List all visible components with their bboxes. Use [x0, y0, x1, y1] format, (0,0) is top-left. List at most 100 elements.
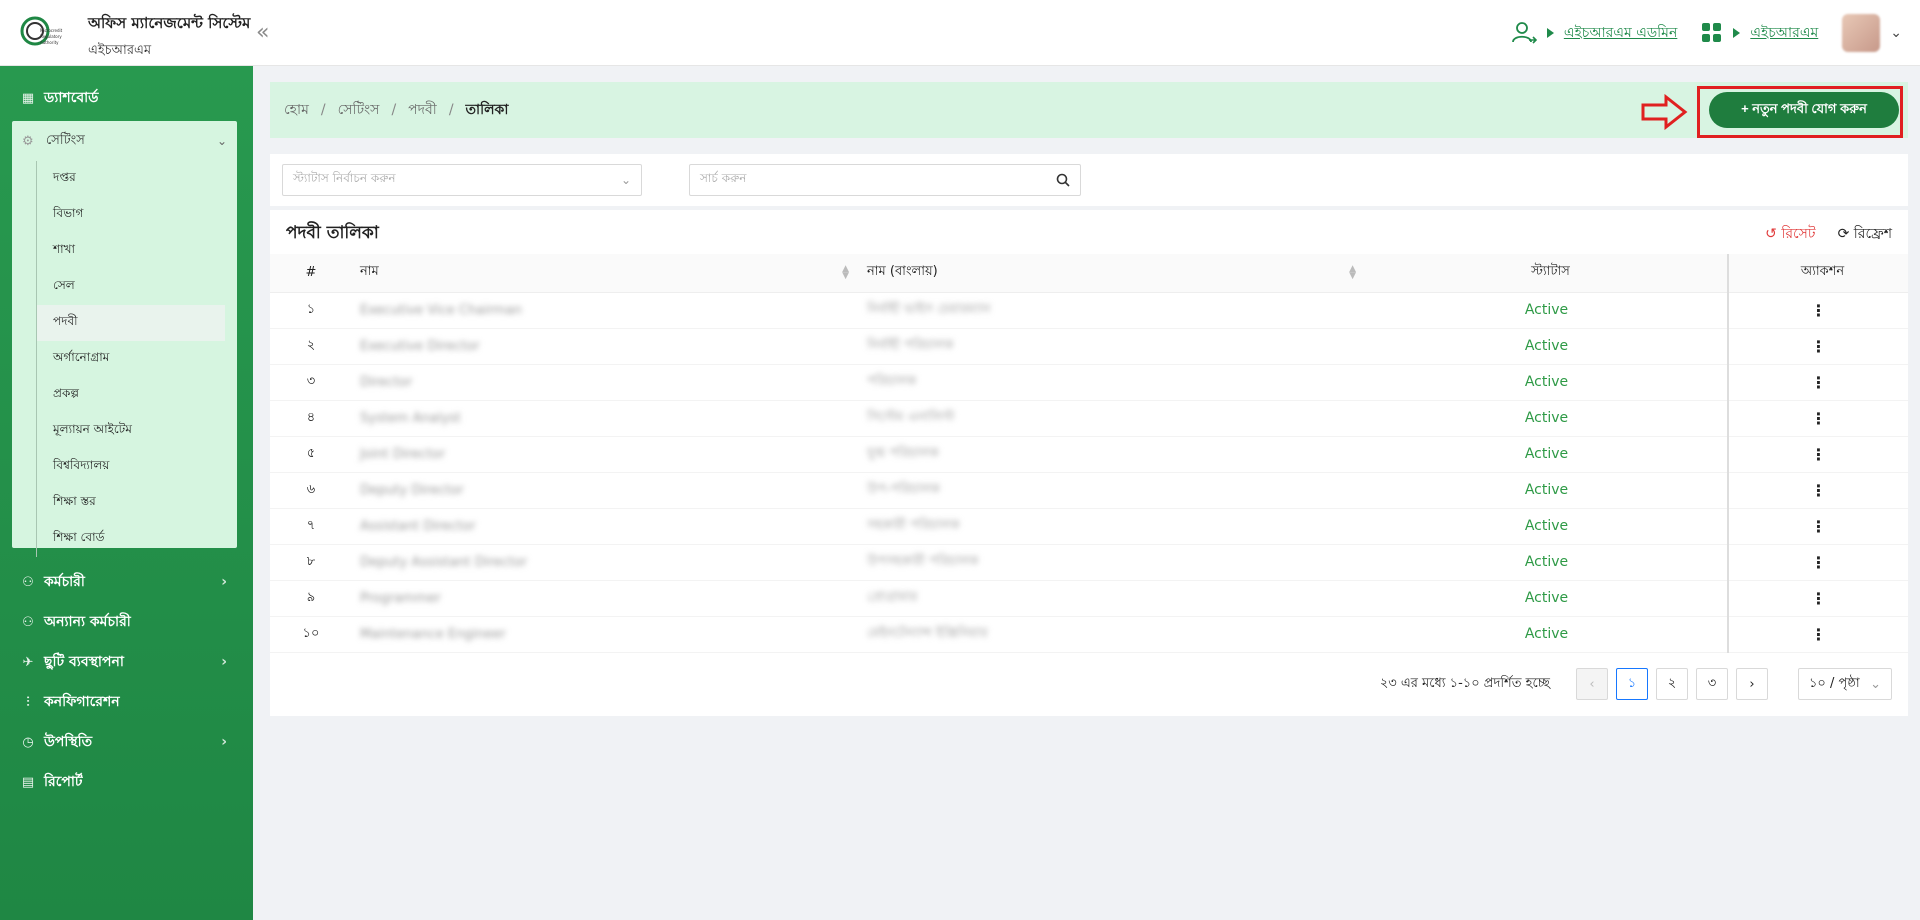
designation-table: # নাম ▲ ▼ নাম (বাংলায়) ▲ ▼ স্ট্যাটাস অ্যা…	[270, 254, 1908, 653]
row-number: ২	[270, 328, 352, 365]
column-header-name-label: নাম	[360, 264, 379, 280]
logo-icon: Microcredit Regulatory Authority	[20, 16, 63, 46]
sidebar-item-label: ছুটি ব্যবস্থাপনা	[44, 654, 124, 670]
row-name-bn: মেইনটেন্যান্স ইঞ্জিনিয়ার	[859, 616, 1366, 653]
column-header-num: #	[270, 254, 352, 293]
row-name: Director	[352, 364, 859, 401]
submenu-item-education-level[interactable]: শিক্ষা স্তর	[37, 485, 237, 521]
gear-icon: ⚙	[22, 133, 34, 149]
row-name: Deputy Assistant Director	[352, 544, 859, 581]
search-icon[interactable]	[1056, 173, 1070, 187]
sort-icon[interactable]: ▲ ▼	[1349, 265, 1356, 281]
submenu-item-branch[interactable]: শাখা	[37, 233, 237, 269]
caret-right-icon	[1733, 28, 1741, 38]
submenu-item-organogram[interactable]: অর্গানোগ্রাম	[37, 341, 237, 377]
grid-icon	[1702, 23, 1722, 42]
submenu-item-project[interactable]: প্রকল্প	[37, 377, 237, 413]
users-icon: ⚇	[22, 574, 34, 590]
more-vertical-icon[interactable]: ⋮	[1727, 436, 1908, 473]
submenu-item-evaluation[interactable]: মূল্যায়ন আইটেম	[37, 413, 237, 449]
row-number: ১০	[270, 616, 352, 653]
row-number: ৩	[270, 364, 352, 401]
more-vertical-icon[interactable]: ⋮	[1727, 364, 1908, 401]
prev-page-button[interactable]: ‹	[1576, 668, 1608, 700]
double-chevron-left-icon[interactable]: «	[256, 20, 269, 45]
sidebar-item-configuration[interactable]: ⫶ কনফিগারেশন	[0, 682, 253, 722]
file-icon: ▤	[21, 774, 35, 790]
sidebar-item-settings[interactable]: ⚙ সেটিংস ⌄	[12, 121, 237, 161]
chevron-down-icon: ⌄	[216, 134, 227, 148]
chevron-down-icon: ⌄	[620, 173, 631, 187]
submenu-item-office[interactable]: দপ্তর	[37, 161, 237, 197]
table-row: ৩ Director পরিচালক Active ⋮	[270, 364, 1908, 401]
column-header-name-bn[interactable]: নাম (বাংলায়) ▲ ▼	[859, 254, 1366, 293]
sort-icon[interactable]: ▲ ▼	[842, 265, 849, 281]
submenu-item-education-board[interactable]: শিক্ষা বোর্ড	[37, 521, 237, 557]
user-link[interactable]: এইচআরএম এডমিন	[1564, 21, 1677, 45]
settings-submenu: দপ্তর বিভাগ শাখা সেল পদবী অর্গানোগ্রাম প…	[36, 161, 237, 557]
sidebar-item-label: অন্যান্য কর্মচারী	[44, 614, 131, 630]
more-vertical-icon[interactable]: ⋮	[1727, 472, 1908, 509]
more-vertical-icon[interactable]: ⋮	[1727, 544, 1908, 581]
row-name-bn: পরিচালক	[859, 364, 1366, 401]
user-switch-icon	[1511, 22, 1537, 44]
breadcrumb-home[interactable]: হোম	[284, 98, 309, 122]
more-vertical-icon[interactable]: ⋮	[1727, 508, 1908, 545]
sidebar-item-leave[interactable]: ✈ ছুটি ব্যবস্থাপনা ›	[0, 642, 253, 682]
sidebar-item-dashboard[interactable]: ▦ ড্যাশবোর্ড	[0, 78, 253, 118]
page-button-3[interactable]: ৩	[1696, 668, 1728, 700]
submenu-item-division[interactable]: বিভাগ	[37, 197, 237, 233]
avatar[interactable]	[1842, 14, 1881, 52]
table-row: ২ Executive Director নির্বাহী পরিচালক Ac…	[270, 328, 1908, 365]
row-number: ৮	[270, 544, 352, 581]
more-vertical-icon[interactable]: ⋮	[1727, 292, 1908, 329]
search-input[interactable]: সার্চ করুন	[689, 164, 1081, 196]
column-header-name[interactable]: নাম ▲ ▼	[352, 254, 859, 293]
add-designation-button[interactable]: + নতুন পদবী যোগ করুন	[1709, 92, 1899, 128]
breadcrumb-separator: /	[448, 102, 454, 118]
sliders-icon: ⫶	[26, 694, 30, 710]
row-number: ৭	[270, 508, 352, 545]
breadcrumb-settings[interactable]: সেটিংস	[338, 98, 380, 122]
row-number: ৯	[270, 580, 352, 617]
column-header-status: স্ট্যাটাস	[1366, 254, 1728, 293]
page-button-1[interactable]: ১	[1616, 668, 1648, 700]
breadcrumb-separator: /	[320, 102, 326, 118]
next-page-button[interactable]: ›	[1736, 668, 1768, 700]
sidebar-item-employees[interactable]: ⚇ কর্মচারী ›	[0, 562, 253, 602]
more-vertical-icon[interactable]: ⋮	[1727, 580, 1908, 617]
submenu-item-cell[interactable]: সেল	[37, 269, 237, 305]
reset-button[interactable]: ↺ রিসেট	[1765, 222, 1815, 246]
more-vertical-icon[interactable]: ⋮	[1727, 328, 1908, 365]
chevron-down-icon: ⌄	[1870, 676, 1881, 692]
page-size-select[interactable]: ১০ / পৃষ্ঠা ⌄	[1798, 668, 1892, 700]
sidebar-item-label: ড্যাশবোর্ড	[44, 90, 99, 106]
page-button-2[interactable]: ২	[1656, 668, 1688, 700]
row-number: ৪	[270, 400, 352, 437]
more-vertical-icon[interactable]: ⋮	[1727, 400, 1908, 437]
status-badge: Active	[1366, 580, 1728, 617]
status-select[interactable]: স্ট্যাটাস নির্বাচন করুন ⌄	[282, 164, 642, 196]
table-row: ১ Executive Vice Chairman নির্বাহী ভাইস …	[270, 292, 1908, 329]
row-name-bn: প্রোগ্রামার	[859, 580, 1366, 617]
settings-menu: ⚙ সেটিংস ⌄ দপ্তর বিভাগ শাখা সেল পদবী অর্…	[12, 121, 237, 557]
column-header-action: অ্যাকশন	[1727, 254, 1908, 293]
module-link[interactable]: এইচআরএম	[1750, 21, 1818, 45]
row-name-bn: নির্বাহী পরিচালক	[859, 328, 1366, 365]
sidebar-item-report[interactable]: ▤ রিপোর্ট	[0, 762, 253, 802]
submenu-item-university[interactable]: বিশ্ববিদ্যালয়	[37, 449, 237, 485]
chevron-down-icon[interactable]: ⌄	[1890, 25, 1902, 41]
submenu-item-designation[interactable]: পদবী	[37, 305, 225, 341]
users-icon: ⚇	[22, 614, 34, 630]
table-row: ৮ Deputy Assistant Director উপসহকারী পরি…	[270, 544, 1908, 581]
more-vertical-icon[interactable]: ⋮	[1727, 616, 1908, 653]
sidebar-item-other-employees[interactable]: ⚇ অন্যান্য কর্মচারী	[0, 602, 253, 642]
sidebar-item-label: কনফিগারেশন	[44, 694, 120, 710]
breadcrumb-designation[interactable]: পদবী	[408, 98, 437, 122]
table-title: পদবী তালিকা	[286, 223, 379, 243]
sidebar-item-label: কর্মচারী	[44, 574, 85, 590]
search-placeholder: সার্চ করুন	[700, 171, 747, 185]
sidebar-item-attendance[interactable]: ◷ উপস্থিতি ›	[0, 722, 253, 762]
chevron-right-icon: ›	[221, 734, 227, 750]
refresh-button[interactable]: ⟳ রিফ্রেশ	[1838, 222, 1892, 246]
